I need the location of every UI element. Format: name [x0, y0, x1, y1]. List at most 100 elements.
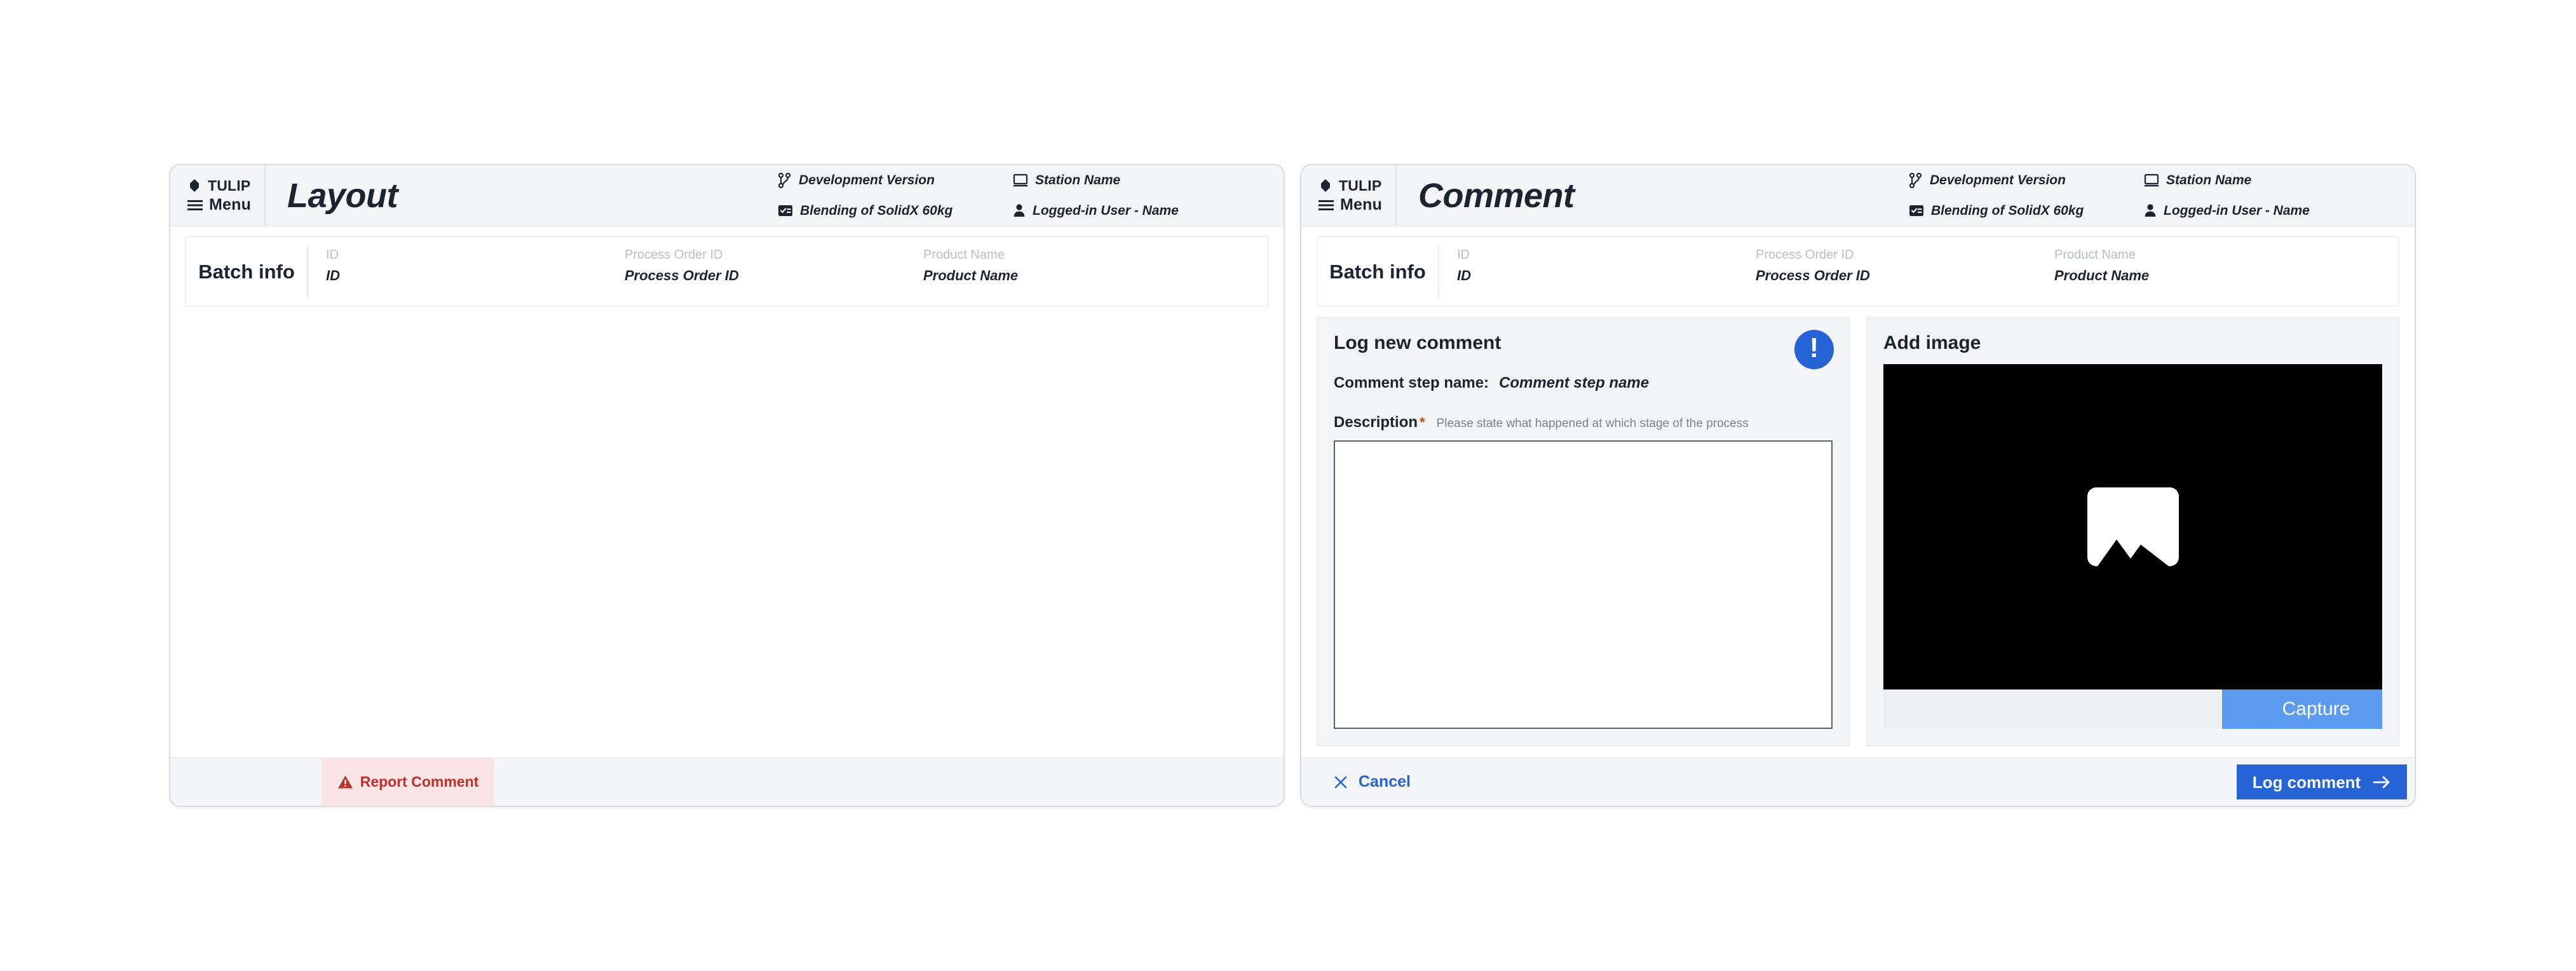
brand-name: TULIP [1339, 177, 1382, 194]
description-label-text: Description [1334, 414, 1418, 431]
hamburger-menu-icon [1318, 199, 1334, 212]
layout-empty-canvas [186, 306, 1268, 757]
cancel-button-label: Cancel [1359, 773, 1411, 791]
description-input[interactable] [1334, 440, 1833, 729]
monitor-icon [2144, 173, 2159, 187]
meta-label: Development Version [1930, 173, 2066, 188]
user-icon [1013, 203, 1026, 217]
add-image-card: Add image Capture [1866, 318, 2399, 746]
batch-field-value: Process Order ID [1756, 268, 1870, 283]
meta-label: Station Name [1035, 173, 1121, 188]
meta-development-version: Development Version [778, 172, 1013, 188]
alert-exclamation-icon: ! [1794, 330, 1834, 369]
meta-logged-in-user: Logged-in User - Name [1013, 203, 1267, 217]
monitor-icon [1013, 173, 1028, 187]
alert-badge-symbol: ! [1809, 332, 1819, 363]
warning-triangle-icon [337, 775, 353, 789]
meta-label: Station Name [2166, 173, 2252, 188]
menu-button[interactable]: Menu [1318, 197, 1395, 213]
layout-panel-body: Batch info ID ID Process Order ID Proces… [170, 226, 1284, 757]
tulip-brand: TULIP [187, 178, 264, 193]
meta-logged-in-user: Logged-in User - Name [2144, 203, 2398, 217]
layout-footer-bar: Report Comment [170, 757, 1284, 806]
log-new-comment-title: Log new comment [1334, 332, 1502, 353]
batch-field-value: ID [326, 268, 340, 283]
meta-label: Logged-in User - Name [2164, 203, 2310, 218]
log-new-comment-card: Log new comment ! Comment step name: Com… [1317, 318, 1850, 746]
app-header-bar: TULIP Menu Comment Development Version S… [1301, 165, 2415, 226]
batch-info-label-cell: Batch info [186, 245, 308, 298]
header-meta-grid: Development Version Station Name Blendin… [1909, 165, 2415, 226]
meta-label: Blending of SolidX 60kg [1931, 203, 2084, 218]
comment-cards-row: Log new comment ! Comment step name: Com… [1317, 306, 2399, 757]
batch-info-card: Batch info ID ID Process Order ID Proces… [1317, 236, 2399, 306]
batch-field-value: Process Order ID [625, 268, 739, 283]
batch-info-label: Batch info [1329, 260, 1426, 283]
page-title-wrap: Comment [1397, 165, 1909, 226]
image-placeholder-icon [2087, 487, 2179, 566]
capture-toolbar: Capture [1883, 689, 2382, 729]
user-icon [2144, 203, 2157, 217]
batch-field-process-order-id: Process Order ID Process Order ID [1756, 246, 2054, 286]
log-comment-button-label: Log comment [2252, 772, 2361, 792]
meta-station-name: Station Name [1013, 173, 1267, 187]
comment-panel: TULIP Menu Comment Development Version S… [1300, 164, 2416, 807]
page-title-wrap: Layout [266, 165, 778, 226]
batch-field-value: Product Name [2054, 268, 2150, 283]
meta-station-name: Station Name [2144, 173, 2398, 187]
page-title: Layout [287, 176, 398, 215]
meta-development-version: Development Version [1909, 172, 2144, 188]
footer-actions: Cancel Log comment [1301, 758, 2415, 806]
layout-panel: TULIP Menu Layout Development Version St… [169, 164, 1285, 807]
batch-field-product-name: Product Name Product Name [923, 246, 1268, 286]
brand-name: TULIP [208, 177, 251, 194]
menu-label: Menu [209, 196, 252, 214]
meta-label: Blending of SolidX 60kg [800, 203, 953, 218]
batch-field-header: Process Order ID [1756, 248, 1854, 262]
batch-field-id: ID ID [1457, 246, 1756, 286]
report-comment-button[interactable]: Report Comment [322, 758, 494, 806]
tulip-logo-icon [1318, 178, 1333, 193]
arrow-right-icon [2372, 775, 2391, 790]
comment-step-name-row: Comment step name: Comment step name [1334, 376, 1833, 391]
batch-field-process-order-id: Process Order ID Process Order ID [625, 246, 923, 286]
close-x-icon [1333, 775, 1348, 790]
camera-preview-area [1883, 364, 2382, 689]
required-asterisk: * [1420, 414, 1425, 430]
menu-button[interactable]: Menu [187, 197, 264, 213]
batch-field-header: ID [1457, 248, 1470, 262]
hamburger-menu-icon [187, 199, 203, 212]
git-branch-icon [1909, 172, 1923, 188]
batch-field-product-name: Product Name Product Name [2054, 246, 2399, 286]
camera-aperture-icon [2254, 700, 2274, 719]
meta-process-name: Blending of SolidX 60kg [778, 204, 1013, 217]
task-list-icon [778, 204, 793, 217]
task-list-icon [1909, 204, 1924, 217]
cancel-button[interactable]: Cancel [1301, 758, 1411, 806]
batch-field-value: ID [1457, 268, 1471, 283]
app-header-bar: TULIP Menu Layout Development Version St… [170, 165, 1284, 226]
description-label-row: Description * Please state what happened … [1334, 415, 1833, 430]
meta-label: Logged-in User - Name [1033, 203, 1179, 218]
batch-field-header: ID [326, 248, 339, 262]
batch-field-id: ID ID [326, 246, 625, 286]
header-meta-grid: Development Version Station Name Blendin… [778, 165, 1284, 226]
git-branch-icon [778, 172, 792, 188]
tulip-logo-icon [187, 178, 202, 193]
menu-label: Menu [1340, 196, 1383, 214]
batch-info-label: Batch info [198, 260, 295, 283]
batch-info-label-cell: Batch info [1317, 245, 1439, 298]
batch-field-header: Product Name [923, 248, 1005, 262]
tulip-brand: TULIP [1318, 178, 1395, 193]
comment-step-name-label: Comment step name: [1334, 374, 1489, 391]
screenshot-stage: TULIP Menu Layout Development Version St… [0, 0, 2576, 971]
capture-button[interactable]: Capture [2222, 689, 2382, 729]
comment-step-name-value: Comment step name [1499, 374, 1650, 391]
description-hint: Please state what happened at which stag… [1436, 417, 1749, 430]
batch-info-fields: ID ID Process Order ID Process Order ID … [308, 237, 1268, 306]
description-label: Description * [1334, 415, 1425, 430]
log-comment-button[interactable]: Log comment [2237, 764, 2407, 799]
batch-info-fields: ID ID Process Order ID Process Order ID … [1439, 237, 2399, 306]
add-image-title: Add image [1883, 332, 1981, 353]
batch-info-card: Batch info ID ID Process Order ID Proces… [186, 236, 1268, 306]
